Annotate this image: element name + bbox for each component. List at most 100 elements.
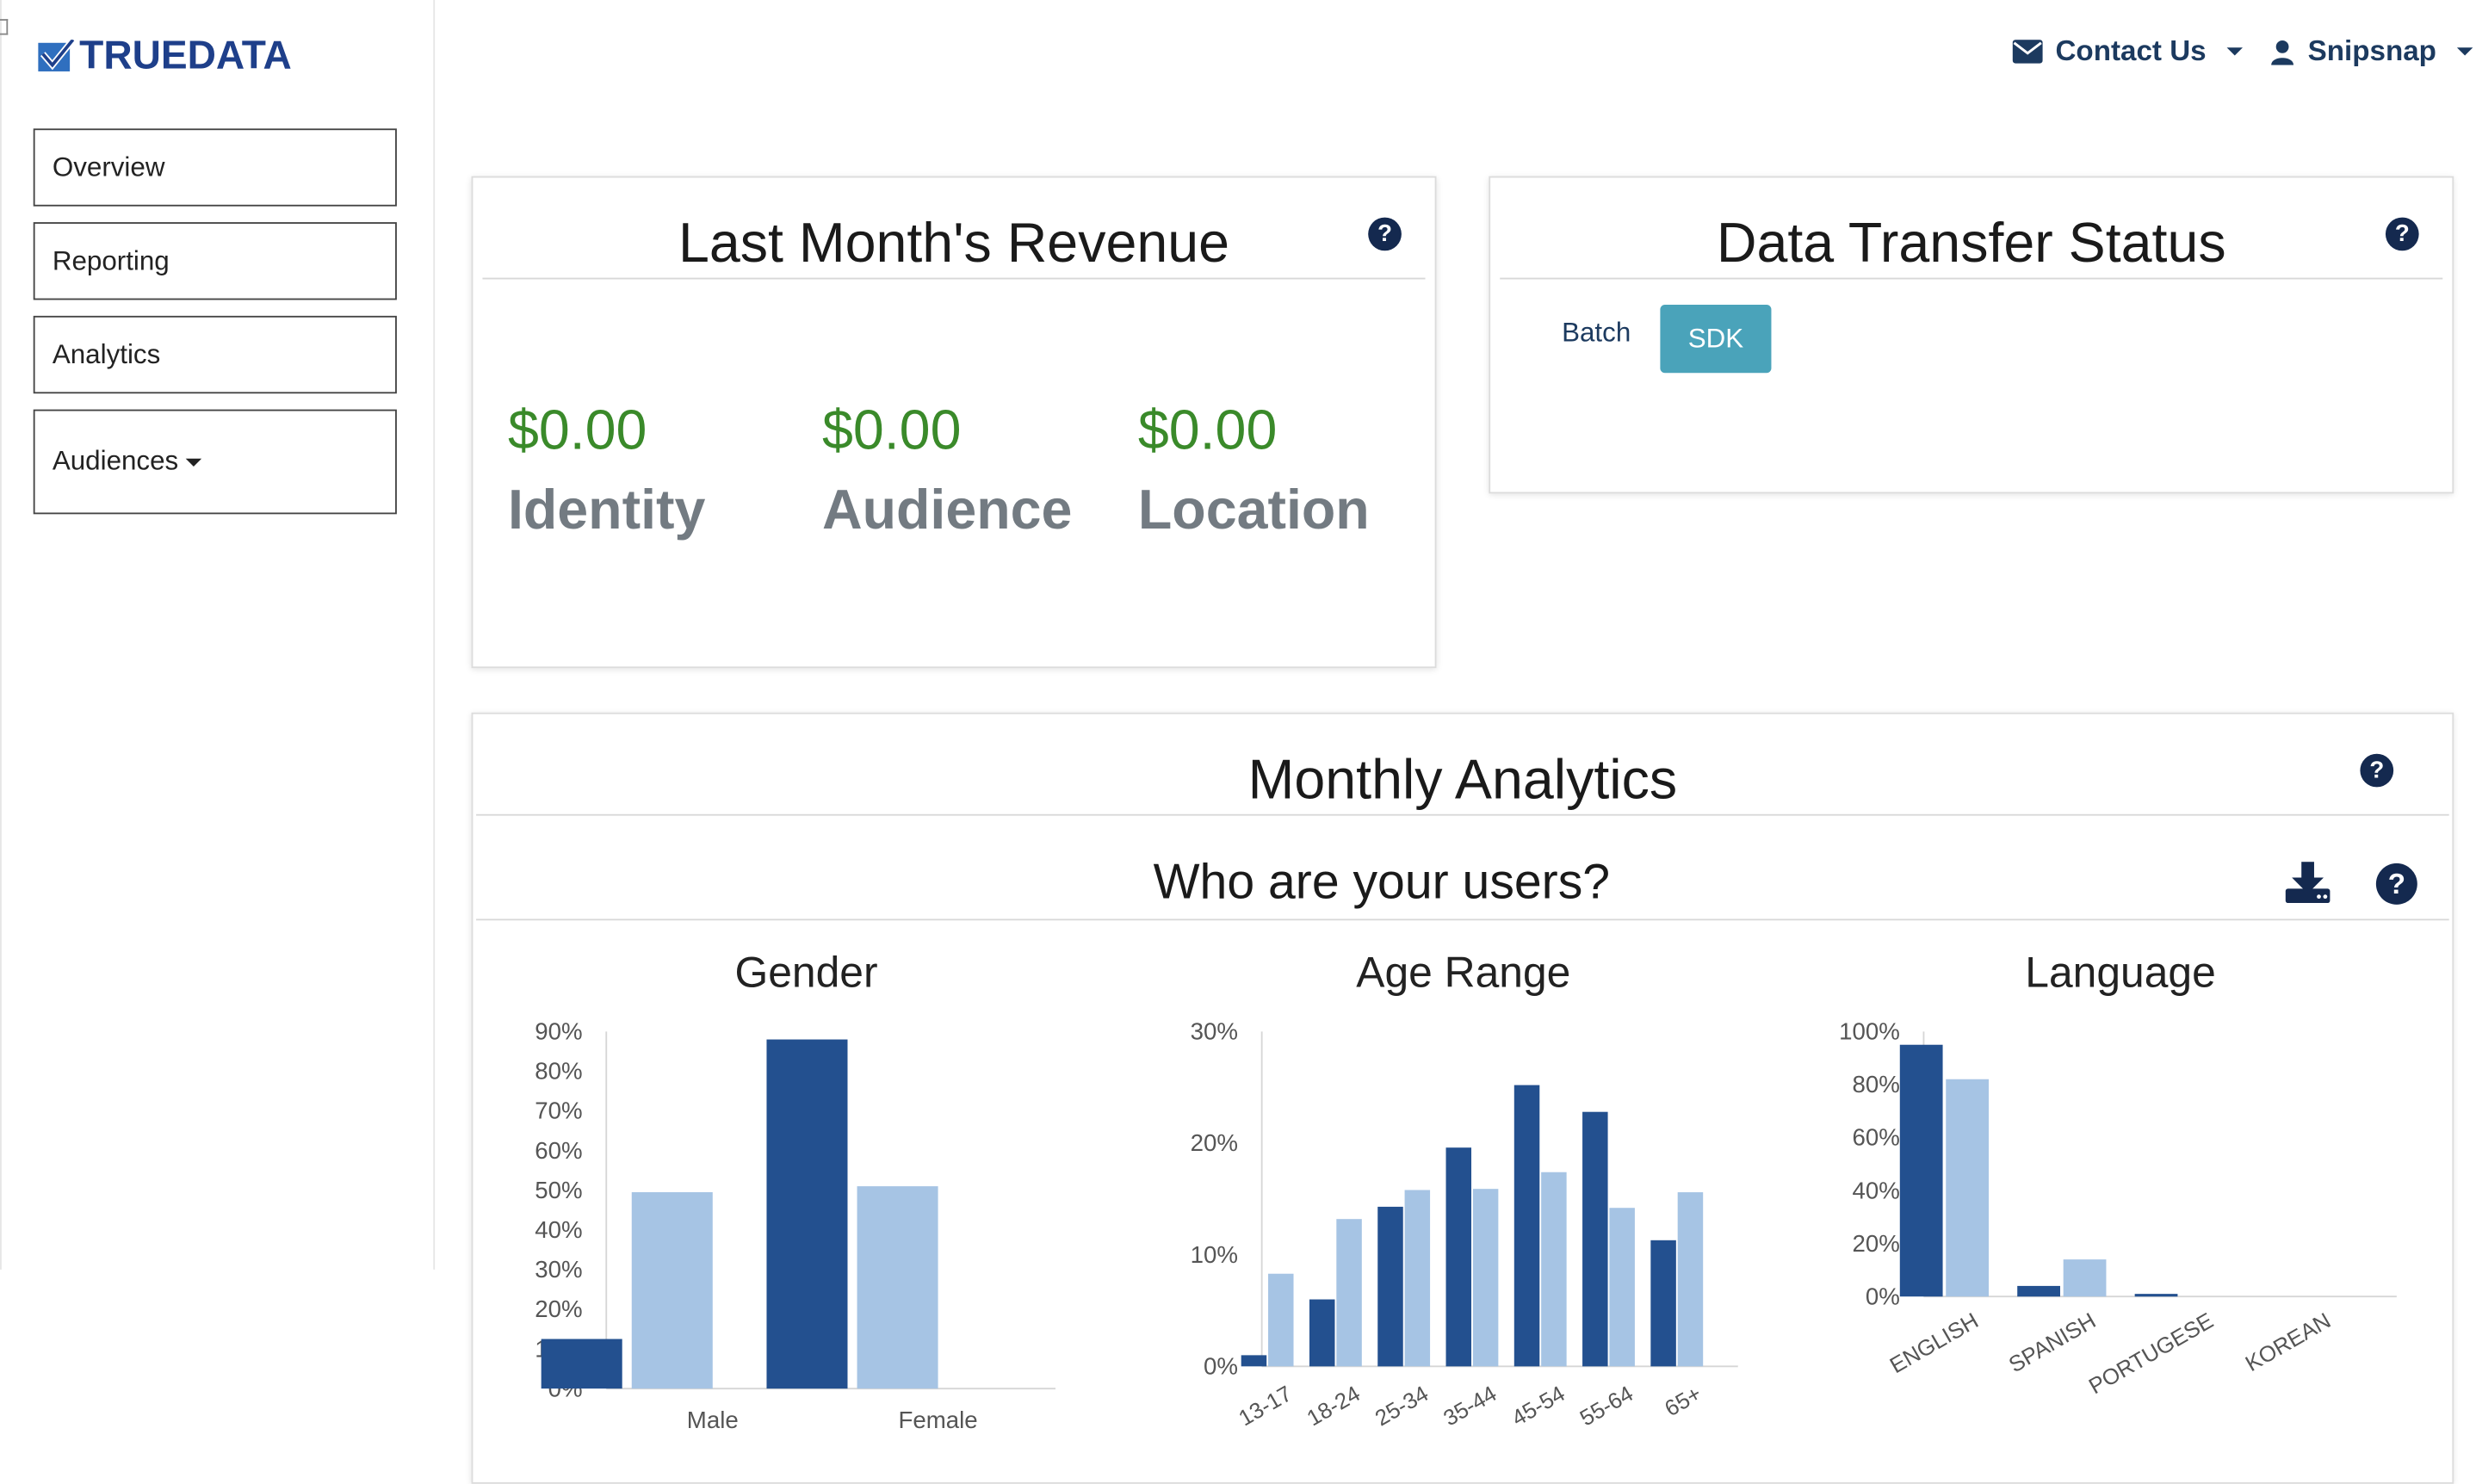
card-divider: [1500, 277, 2443, 280]
brand-name: TRUEDATA: [79, 33, 292, 78]
y-tick-label: 0%: [1204, 1353, 1238, 1380]
x-tick-label: 18-24: [1303, 1382, 1365, 1431]
page: TRUEDATA Overview Reporting Analytics Au…: [0, 0, 2476, 1484]
bar-18-24-series-0[interactable]: [1309, 1299, 1335, 1367]
user-menu[interactable]: Snipsnap: [2269, 35, 2473, 69]
window-corner-mark: [0, 19, 9, 35]
bar-portugese-series-0[interactable]: [2134, 1294, 2178, 1297]
y-tick-label: 80%: [535, 1058, 582, 1085]
bar-45-54-series-0[interactable]: [1513, 1085, 1540, 1367]
x-tick-label: 13-17: [1235, 1382, 1296, 1431]
sidebar-item-label: Reporting: [52, 244, 170, 275]
section-divider: [476, 918, 2449, 921]
contact-us-label: Contact Us: [2055, 34, 2207, 67]
help-icon[interactable]: ?: [2360, 753, 2394, 788]
tab-batch[interactable]: Batch: [1562, 318, 1631, 349]
audience-amount: $0.00: [821, 399, 962, 462]
bar-18-24-series-1[interactable]: [1336, 1219, 1362, 1367]
bar-female-series-0[interactable]: [766, 1039, 848, 1389]
x-tick-label: 55-64: [1576, 1382, 1637, 1431]
x-tick-label: 25-34: [1371, 1382, 1433, 1431]
bar-male-series-1[interactable]: [631, 1192, 713, 1389]
y-tick-label: 40%: [535, 1216, 582, 1243]
identity-label: Identity: [507, 479, 706, 541]
y-tick-label: 90%: [535, 1018, 582, 1045]
bar-female-series-1[interactable]: [857, 1186, 938, 1389]
caret-down-icon: [186, 457, 202, 467]
gender-chart: 0%10%20%30%40%50%60%70%80%90%MaleFemale: [535, 1018, 1055, 1433]
x-tick-label: 65+: [1661, 1382, 1705, 1421]
tab-sdk[interactable]: SDK: [1660, 304, 1772, 374]
y-tick-label: 60%: [535, 1137, 582, 1164]
bar-spanish-series-1[interactable]: [2063, 1259, 2107, 1297]
help-icon[interactable]: ?: [2385, 217, 2419, 251]
revenue-card: Last Month's Revenue ? $0.00 Identity $0…: [471, 176, 1437, 669]
sidebar-item-audiences[interactable]: Audiences: [33, 409, 397, 515]
bar-65+-series-1[interactable]: [1677, 1192, 1704, 1367]
y-tick-label: 0%: [1866, 1283, 1900, 1309]
x-tick-label: Female: [898, 1407, 977, 1433]
sidebar-item-analytics[interactable]: Analytics: [33, 315, 397, 394]
data-transfer-title: Data Transfer Status: [1716, 213, 2226, 275]
bar-35-44-series-1[interactable]: [1472, 1189, 1499, 1367]
identity-amount: $0.00: [507, 399, 647, 462]
bar-25-34-series-0[interactable]: [1377, 1206, 1403, 1367]
bar-male-series-0[interactable]: [541, 1339, 622, 1389]
revenue-card-title: Last Month's Revenue: [678, 213, 1230, 275]
y-tick-label: 50%: [535, 1177, 582, 1203]
help-icon[interactable]: ?: [1368, 217, 1402, 251]
bar-55-64-series-1[interactable]: [1609, 1208, 1635, 1367]
bar-25-34-series-1[interactable]: [1404, 1190, 1431, 1367]
user-icon: [2271, 40, 2294, 65]
language-chart-title: Language: [2025, 949, 2216, 997]
bar-55-64-series-0[interactable]: [1582, 1111, 1608, 1367]
bar-spanish-series-0[interactable]: [2017, 1285, 2060, 1297]
age-range-chart: 0% 10% 20% 30% 13-17 18-24 25-34 35-44 45-54 55-6…: [1191, 1018, 1738, 1431]
x-tick-label: 35-44: [1439, 1382, 1501, 1431]
bar-13-17-series-0[interactable]: [1241, 1355, 1267, 1367]
bar-13-17-series-1[interactable]: [1268, 1273, 1294, 1367]
download-icon[interactable]: [2284, 862, 2331, 904]
bar-english-series-0[interactable]: [1899, 1044, 1943, 1297]
sidebar-item-overview[interactable]: Overview: [33, 128, 397, 207]
y-tick-label: 30%: [535, 1256, 582, 1283]
who-are-your-users-title: Who are your users?: [1153, 853, 1611, 910]
x-tick-label: 45-54: [1507, 1382, 1569, 1431]
data-transfer-card: Data Transfer Status ?: [1489, 176, 2454, 494]
brand-logo[interactable]: TRUEDATA: [38, 34, 292, 79]
sidebar-item-label: Analytics: [52, 338, 161, 369]
y-tick-label: 20%: [535, 1295, 582, 1322]
caret-down-icon: [2456, 47, 2473, 56]
y-tick-label: 70%: [535, 1098, 582, 1124]
user-name: Snipsnap: [2307, 34, 2436, 67]
sidebar-item-reporting[interactable]: Reporting: [33, 222, 397, 300]
location-label: Location: [1137, 479, 1370, 541]
monthly-analytics-title: Monthly Analytics: [1247, 749, 1678, 812]
checkmark-logo-icon: [38, 39, 76, 71]
bar-65+-series-0[interactable]: [1650, 1240, 1676, 1367]
caret-down-icon: [2226, 47, 2244, 56]
bar-45-54-series-1[interactable]: [1541, 1172, 1567, 1367]
language-chart: 0% 20% 40% 60% 80% 100% ENGLISH SPANISHPORTUGES…: [1839, 1018, 2397, 1399]
bar-35-44-series-0[interactable]: [1445, 1147, 1472, 1367]
sidebar-item-label: Audiences: [52, 446, 179, 477]
help-icon[interactable]: ?: [2375, 863, 2417, 905]
audience-label: Audience: [821, 479, 1073, 541]
y-tick-label: 20%: [1191, 1129, 1238, 1156]
bar-english-series-1[interactable]: [1946, 1079, 1990, 1297]
card-divider: [482, 277, 1426, 280]
y-tick-label: 20%: [1852, 1230, 1899, 1257]
sidebar-divider: [433, 0, 436, 1270]
location-amount: $0.00: [1137, 399, 1278, 462]
age-range-chart-title: Age Range: [1356, 949, 1571, 997]
y-tick-label: 10%: [1191, 1241, 1238, 1268]
envelope-icon: [2012, 40, 2043, 64]
y-tick-label: 80%: [1852, 1071, 1899, 1098]
y-tick-label: 30%: [1191, 1018, 1238, 1045]
x-tick-label: SPANISH: [2005, 1308, 2100, 1377]
gender-chart-title: Gender: [734, 949, 878, 997]
left-edge-rule: [0, 0, 2, 1270]
y-tick-label: 60%: [1852, 1124, 1899, 1151]
y-tick-label: 100%: [1839, 1018, 1900, 1045]
contact-us-menu[interactable]: Contact Us: [2012, 34, 2244, 69]
